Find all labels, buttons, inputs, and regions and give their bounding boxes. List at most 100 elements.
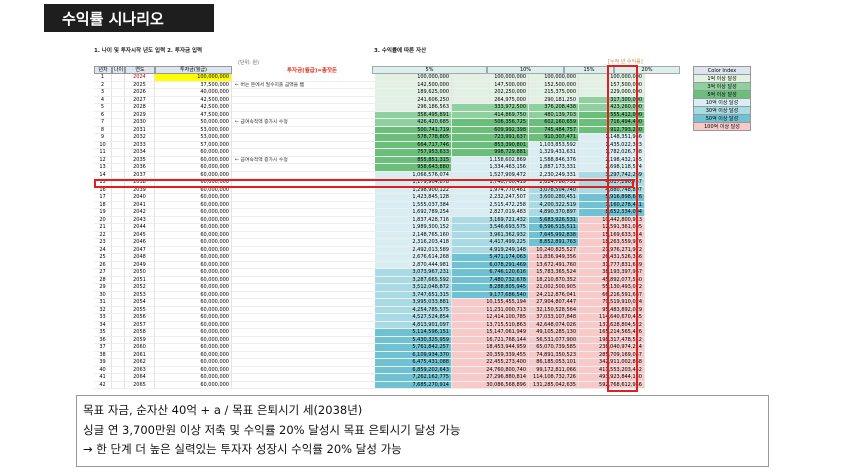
row-age	[112, 269, 125, 277]
row-value-5: 1,837,428,716	[375, 216, 452, 224]
header-invest: 투자금(월급)	[155, 66, 232, 74]
row-year: 2057	[125, 321, 155, 329]
row-value-10: 1,334,463,156	[452, 164, 529, 172]
row-value-5: 958,643,880	[375, 164, 452, 172]
row-value-10: 2,827,019,483	[452, 209, 529, 217]
row-memo	[232, 112, 375, 119]
row-age	[112, 201, 125, 209]
row-age	[112, 321, 125, 329]
cumulative-note: [누적 년 수익률]	[608, 59, 643, 65]
row-no: 12	[94, 156, 112, 164]
table-row: 18 2041 60,000,000 1,555,037,384 2,515,472,2…	[94, 201, 645, 209]
row-memo	[232, 277, 375, 284]
row-value-5: 3,073,967,231	[375, 269, 452, 277]
row-age	[112, 306, 125, 314]
row-year: 2043	[125, 216, 155, 224]
row-invest: 60,000,000	[155, 366, 232, 374]
row-year: 2037	[125, 171, 155, 179]
row-age	[112, 246, 125, 254]
summary-box: 목표 자금, 순자산 40억 + a / 목표 은퇴시기 세(2038년) 싱글…	[76, 395, 769, 467]
row-value-5: 358,495,891	[375, 111, 452, 119]
row-invest: 60,000,000	[155, 171, 232, 179]
row-no: 9	[94, 134, 112, 142]
row-age	[112, 171, 125, 179]
row-value-5: 7,262,162,775	[375, 374, 452, 382]
row-memo: ← 급여속적액 증가시 수정	[232, 119, 375, 127]
row-no: 40	[94, 366, 112, 374]
row-value-5: 6,859,202,643	[375, 366, 452, 374]
row-value-15: 480,139,703	[529, 111, 579, 119]
row-year: 2027	[125, 96, 155, 104]
row-year: 2025	[125, 81, 155, 89]
row-invest: 53,000,000	[155, 126, 232, 134]
row-invest: 60,000,000	[155, 291, 232, 299]
row-invest: 60,000,000	[155, 381, 232, 389]
row-age	[112, 89, 125, 97]
row-value-10: 100,000,000	[452, 74, 529, 82]
row-age	[112, 366, 125, 374]
row-memo	[232, 352, 375, 359]
row-value-5: 2,676,614,268	[375, 254, 452, 262]
row-value-5: 189,625,000	[375, 89, 452, 97]
row-age	[112, 149, 125, 157]
row-no: 38	[94, 351, 112, 359]
header-age: 나이	[112, 66, 125, 74]
row-value-15: 74,891,350,523	[529, 351, 579, 359]
row-age	[112, 254, 125, 262]
row-value-10: 5,471,174,063	[452, 254, 529, 262]
row-no: 34	[94, 321, 112, 329]
table-row: 26 2049 60,000,000 2,870,444,981 6,078,291,4…	[94, 261, 645, 269]
row-invest: 60,000,000	[155, 209, 232, 217]
row-invest: 60,000,000	[155, 314, 232, 322]
row-year: 2060	[125, 344, 155, 352]
row-memo	[232, 202, 375, 209]
row-year: 2032	[125, 134, 155, 142]
row-no: 17	[94, 194, 112, 202]
row-value-5: 1,423,845,128	[375, 194, 452, 202]
row-value-5: 142,500,000	[375, 81, 452, 89]
row-value-15: 131,285,042,635	[529, 381, 579, 389]
row-year: 2030	[125, 119, 155, 127]
row-year: 2029	[125, 111, 155, 119]
row-memo	[232, 224, 375, 232]
row-value-15: 100,000,000	[529, 74, 579, 82]
row-year: 2028	[125, 104, 155, 112]
target-year-highlight	[94, 179, 634, 188]
row-value-15: 3,600,280,451	[529, 194, 579, 202]
row-value-10: 4,417,499,225	[452, 239, 529, 247]
row-memo	[232, 127, 375, 134]
table-row: 42 2065 60,000,000 7,685,270,914 30,086,568,…	[94, 381, 645, 389]
table-row: 17 2040 60,000,000 1,423,845,128 2,232,247,5…	[94, 194, 645, 202]
row-age	[112, 336, 125, 344]
row-value-10: 723,991,637	[452, 134, 529, 142]
row-no: 42	[94, 381, 112, 389]
table-row: 19 2042 60,000,000 1,692,789,254 2,827,019,4…	[94, 209, 645, 217]
row-value-5: 664,717,746	[375, 141, 452, 149]
row-value-5: 578,778,805	[375, 134, 452, 142]
row-value-5: 7,685,270,914	[375, 381, 452, 389]
row-invest: 37,500,000	[155, 81, 232, 89]
row-no: 31	[94, 299, 112, 307]
row-value-15: 86,185,053,101	[529, 359, 579, 367]
row-year: 2056	[125, 314, 155, 322]
row-memo	[232, 337, 375, 344]
guide-note: 투자금(월급)=총잣돈	[287, 68, 338, 74]
unit-label: (단위: 원)	[238, 60, 259, 66]
table-row: 38 2061 60,000,000 6,109,934,370 20,359,339,…	[94, 351, 645, 359]
row-memo	[232, 307, 375, 314]
table-row: 28 2051 60,000,000 3,287,665,592 7,480,732,6…	[94, 276, 645, 284]
row-value-5: 3,995,033,881	[375, 299, 452, 307]
row-age	[112, 314, 125, 322]
row-value-5: 1,989,300,152	[375, 224, 452, 232]
row-value-10: 24,760,800,740	[452, 366, 529, 374]
row-invest: 50,000,000	[155, 119, 232, 127]
row-value-5: 1,066,576,074	[375, 171, 452, 179]
row-no: 37	[94, 344, 112, 352]
row-value-5: 1,692,789,254	[375, 209, 452, 217]
row-value-15: 10,240,825,527	[529, 246, 579, 254]
row-value-10: 609,992,398	[452, 126, 529, 134]
row-no: 23	[94, 239, 112, 247]
row-value-5: 6,109,934,370	[375, 351, 452, 359]
header-r10: 10%	[487, 66, 564, 74]
row-value-5: 241,606,250	[375, 96, 452, 104]
